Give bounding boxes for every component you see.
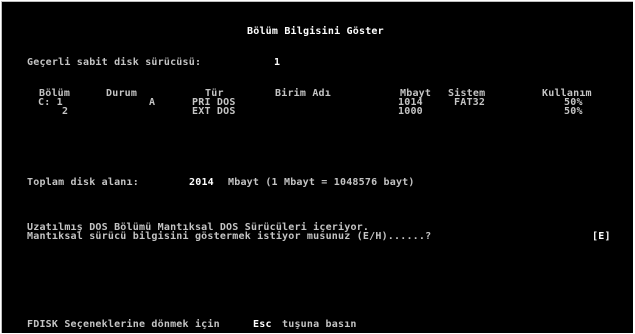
table-row-2-partition: 2 xyxy=(62,106,69,117)
table-row-1-status: A xyxy=(149,97,156,108)
screen-title: Bölüm Bilgisini Göster xyxy=(247,26,384,37)
footer-hint-suffix: tuşuna basın xyxy=(282,319,357,330)
total-disk-suffix: Mbayt (1 Mbayt = 1048576 bayt) xyxy=(228,177,415,188)
table-row-1-system: FAT32 xyxy=(454,97,486,108)
column-header-volume: Birim Adı xyxy=(275,88,331,99)
total-disk-label: Toplam disk alanı: xyxy=(27,177,139,188)
current-drive-label: Geçerli sabit disk sürücüsü: xyxy=(27,57,202,68)
total-disk-value: 2014 xyxy=(189,177,214,188)
table-row-2-type: EXT DOS xyxy=(192,106,236,117)
show-logical-drives-prompt: Mantıksal sürücü bilgisini göstermek ist… xyxy=(27,231,432,242)
table-row-1-partition: C: 1 xyxy=(38,97,63,108)
column-header-status: Durum xyxy=(106,88,138,99)
yes-no-answer-input[interactable]: [E] xyxy=(592,232,611,242)
table-row-2-mbytes: 1000 xyxy=(398,106,423,117)
fdisk-console-screen: Bölüm Bilgisini Göster Geçerli sabit dis… xyxy=(1,1,633,333)
table-row-2-usage: 50% xyxy=(564,106,583,117)
footer-hint-prefix: FDISK Seçeneklerine dönmek için xyxy=(27,319,220,330)
esc-key-hint[interactable]: Esc xyxy=(253,320,272,330)
current-drive-value: 1 xyxy=(274,57,281,68)
